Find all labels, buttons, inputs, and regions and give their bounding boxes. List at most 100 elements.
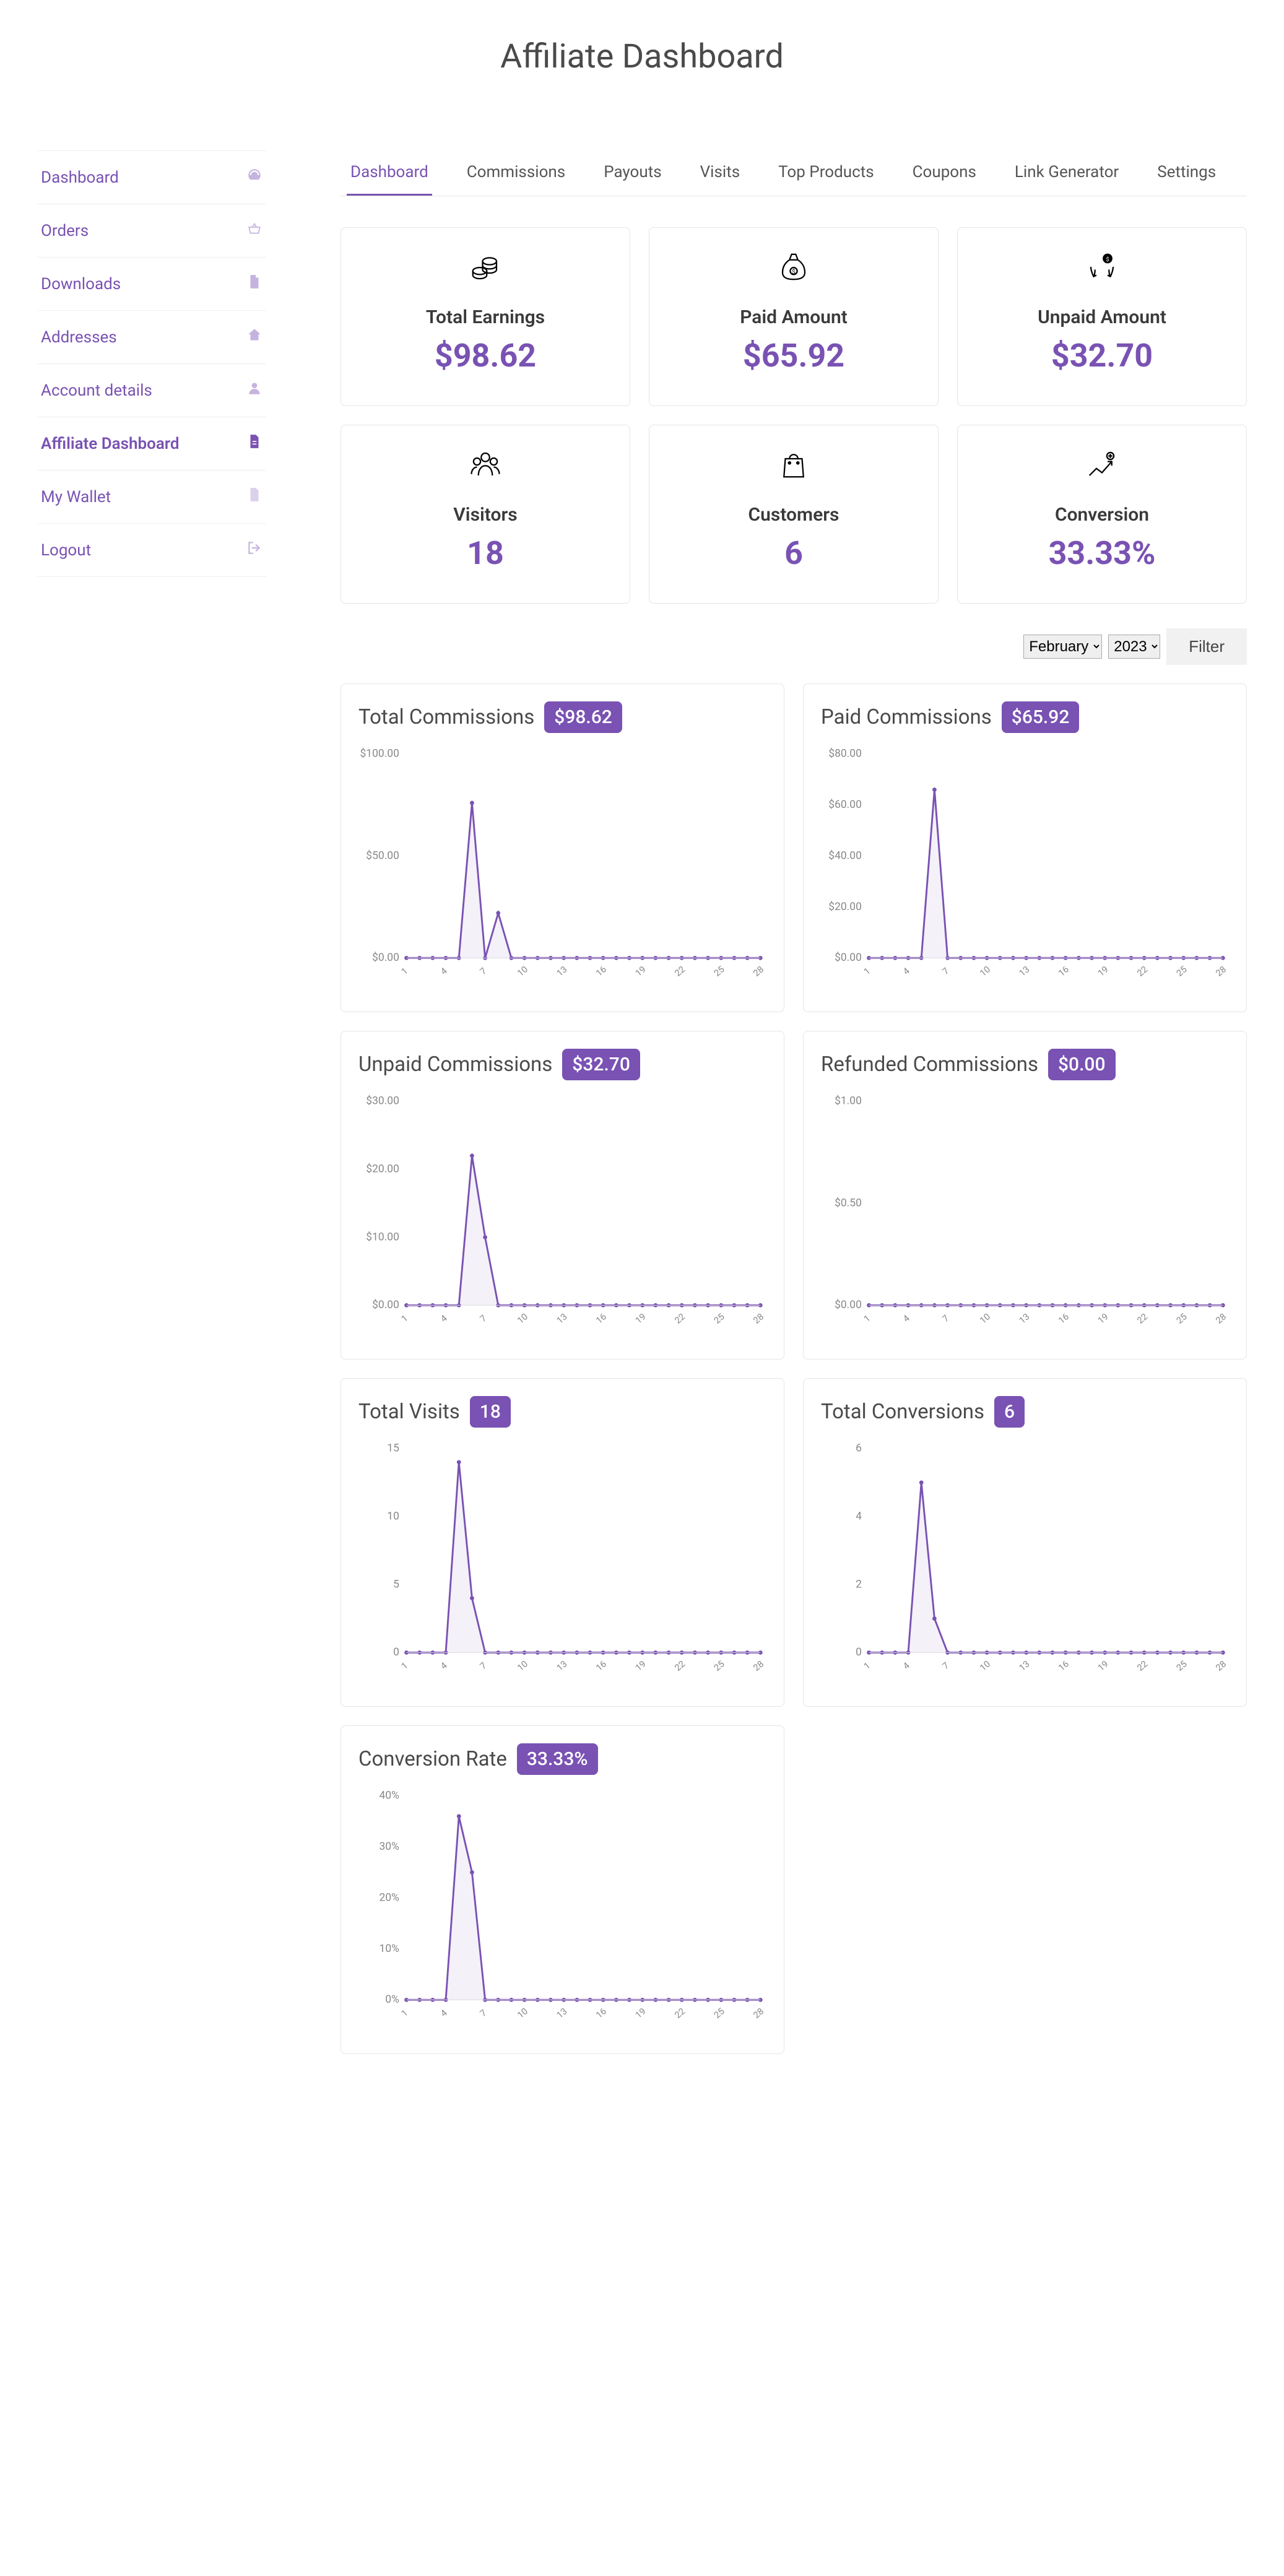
svg-text:1: 1 xyxy=(399,2008,410,2019)
svg-text:22: 22 xyxy=(673,1659,687,1673)
svg-text:25: 25 xyxy=(1174,1311,1189,1326)
svg-text:$20.00: $20.00 xyxy=(366,1163,399,1176)
tab-visits[interactable]: Visits xyxy=(696,150,744,196)
svg-text:10: 10 xyxy=(387,1511,399,1523)
svg-text:$50.00: $50.00 xyxy=(366,849,399,862)
sidebar-item-dashboard[interactable]: Dashboard xyxy=(37,150,266,204)
svg-text:10: 10 xyxy=(516,2006,530,2021)
tab-top-products[interactable]: Top Products xyxy=(774,150,877,196)
filter-bar: February 2023 Filter xyxy=(341,628,1247,665)
svg-text:$0.00: $0.00 xyxy=(372,1298,399,1311)
svg-text:6: 6 xyxy=(856,1442,862,1455)
sidebar-item-logout[interactable]: Logout xyxy=(37,523,266,577)
sidebar-item-account-details[interactable]: Account details xyxy=(37,363,266,417)
chart-badge: $0.00 xyxy=(1048,1049,1116,1080)
svg-text:16: 16 xyxy=(594,964,609,979)
sidebar-item-addresses[interactable]: Addresses xyxy=(37,310,266,363)
signout-icon xyxy=(246,540,262,560)
svg-text:$10.00: $10.00 xyxy=(366,1230,399,1243)
card-label: Total Earnings xyxy=(354,306,617,328)
chartbox-unpaid_comm: Unpaid Commissions $32.70 $0.00 $10.00 $20.0… xyxy=(341,1031,784,1360)
sidebar-item-label: Downloads xyxy=(41,275,121,293)
tab-link-generator[interactable]: Link Generator xyxy=(1011,150,1122,196)
svg-text:22: 22 xyxy=(673,2006,687,2021)
chartbox-paid_comm: Paid Commissions$65.92$0.00$20.00$40.00$… xyxy=(803,683,1247,1012)
card-total-earnings: Total Earnings$98.62 xyxy=(341,227,630,406)
svg-text:25: 25 xyxy=(712,1311,726,1326)
file-icon xyxy=(246,274,262,294)
svg-text:7: 7 xyxy=(940,966,951,977)
svg-text:$80.00: $80.00 xyxy=(828,747,862,760)
card-value: 18 xyxy=(354,534,617,572)
users-icon xyxy=(354,448,617,489)
chart-visits: 05101514710131619222528 xyxy=(358,1439,766,1686)
sidebar-item-downloads[interactable]: Downloads xyxy=(37,257,266,310)
tab-dashboard[interactable]: Dashboard xyxy=(347,150,432,196)
svg-text:25: 25 xyxy=(712,2006,726,2021)
svg-text:16: 16 xyxy=(1057,1659,1071,1673)
chart-badge: 18 xyxy=(470,1396,511,1428)
month-select[interactable]: February xyxy=(1023,635,1102,659)
svg-text:28: 28 xyxy=(752,2006,766,2021)
svg-text:7: 7 xyxy=(478,2008,488,2019)
svg-text:19: 19 xyxy=(633,1311,648,1326)
sidebar-item-my-wallet[interactable]: My Wallet xyxy=(37,470,266,523)
svg-text:5: 5 xyxy=(393,1578,399,1590)
year-select[interactable]: 2023 xyxy=(1108,635,1160,659)
chart-badge: 33.33% xyxy=(517,1743,598,1775)
chart-title: Unpaid Commissions xyxy=(358,1052,552,1077)
filter-button[interactable]: Filter xyxy=(1166,628,1247,665)
svg-text:13: 13 xyxy=(1017,1659,1031,1673)
svg-text:19: 19 xyxy=(633,964,648,979)
sidebar-item-label: Affiliate Dashboard xyxy=(41,435,180,453)
svg-text:25: 25 xyxy=(712,1659,726,1673)
svg-text:28: 28 xyxy=(752,1311,766,1326)
card-label: Customers xyxy=(662,504,926,526)
svg-text:19: 19 xyxy=(1096,964,1110,979)
card-label: Visitors xyxy=(354,504,617,526)
tab-coupons[interactable]: Coupons xyxy=(909,150,980,196)
svg-text:$100.00: $100.00 xyxy=(360,747,399,760)
chart-badge: $98.62 xyxy=(544,701,622,733)
svg-text:16: 16 xyxy=(1057,964,1071,979)
card-label: Conversion xyxy=(970,504,1234,526)
page-title: Affiliate Dashboard xyxy=(0,37,1284,76)
svg-text:16: 16 xyxy=(1057,1311,1071,1326)
svg-text:1: 1 xyxy=(862,1313,872,1324)
svg-text:10: 10 xyxy=(978,1311,992,1326)
svg-text:15: 15 xyxy=(387,1442,399,1455)
svg-text:22: 22 xyxy=(1135,964,1150,979)
sidebar-item-affiliate-dashboard[interactable]: Affiliate Dashboard xyxy=(37,417,266,470)
svg-text:0: 0 xyxy=(856,1646,862,1659)
svg-text:22: 22 xyxy=(673,964,687,979)
growth-icon xyxy=(970,448,1234,489)
svg-text:1: 1 xyxy=(399,1660,410,1672)
sidebar-item-orders[interactable]: Orders xyxy=(37,204,266,257)
chart-title: Conversion Rate xyxy=(358,1747,507,1771)
svg-text:22: 22 xyxy=(673,1311,687,1326)
sidebar-item-label: Account details xyxy=(41,381,152,400)
svg-text:28: 28 xyxy=(1214,1659,1228,1673)
svg-text:10: 10 xyxy=(516,964,530,979)
svg-text:25: 25 xyxy=(712,964,726,979)
svg-text:10: 10 xyxy=(516,1659,530,1673)
account-sidebar: DashboardOrders Downloads Addresses Account… xyxy=(37,150,266,2054)
chart-title: Paid Commissions xyxy=(821,705,992,729)
svg-text:20%: 20% xyxy=(380,1891,400,1904)
svg-text:7: 7 xyxy=(478,1313,488,1324)
file2-icon xyxy=(246,487,262,507)
tab-settings[interactable]: Settings xyxy=(1153,150,1220,196)
card-unpaid-amount: $Unpaid Amount$32.70 xyxy=(957,227,1247,406)
tab-payouts[interactable]: Payouts xyxy=(600,150,665,196)
svg-text:0: 0 xyxy=(393,1646,399,1659)
svg-text:10%: 10% xyxy=(380,1943,400,1955)
svg-text:13: 13 xyxy=(1017,964,1031,979)
card-value: $65.92 xyxy=(662,337,926,375)
card-value: 33.33% xyxy=(970,534,1234,572)
chart-badge: $32.70 xyxy=(562,1049,640,1080)
chart-unpaid_comm: $0.00$10.00$20.00$30.0014710131619222528 xyxy=(358,1091,766,1339)
svg-text:$: $ xyxy=(1106,256,1109,263)
tab-commissions[interactable]: Commissions xyxy=(463,150,569,196)
svg-text:4: 4 xyxy=(439,1660,449,1672)
charts-grid: Total Commissions$98.62$0.00$50.00$100.0… xyxy=(341,683,1247,2054)
